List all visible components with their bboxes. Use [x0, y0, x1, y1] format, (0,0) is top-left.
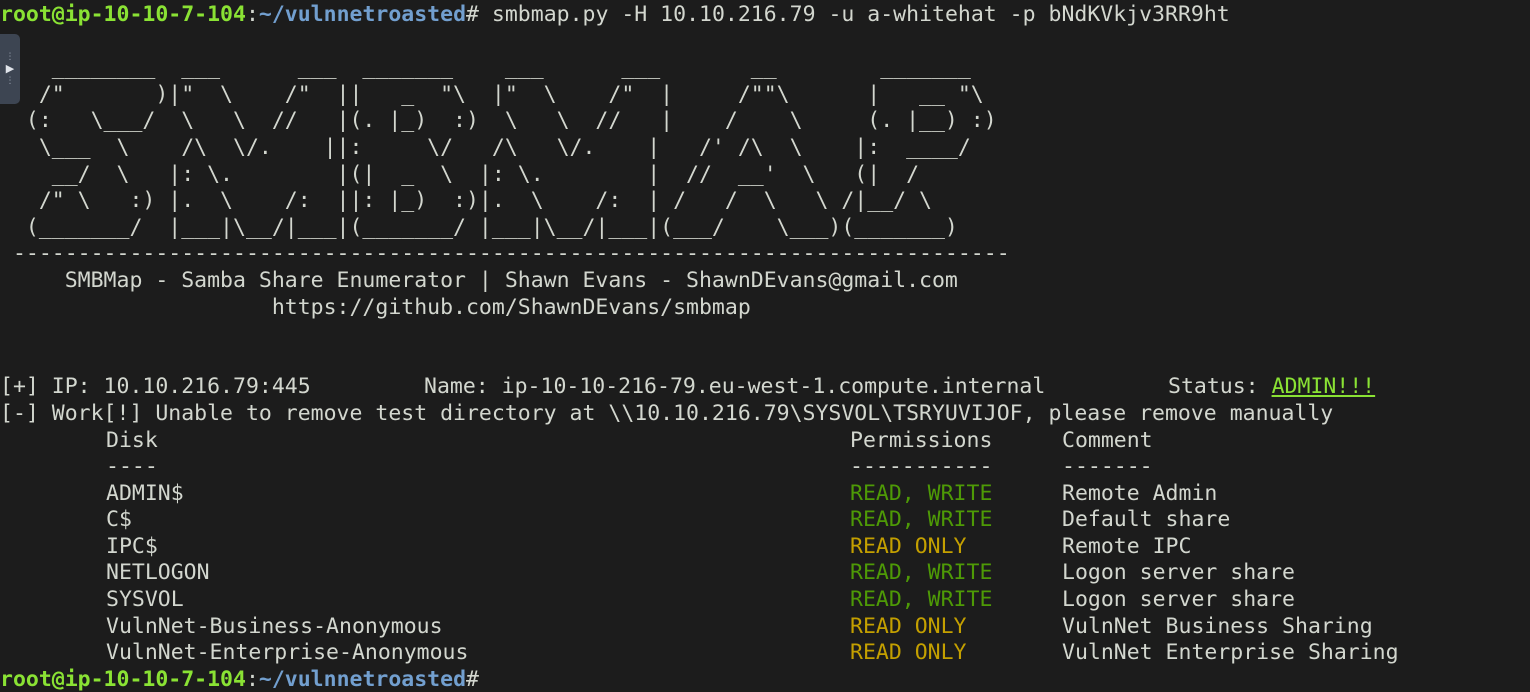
header-disk: Disk	[106, 427, 158, 453]
prompt-user-host: root@ip-10-10-7-104	[0, 2, 246, 27]
underline-disk: ----	[106, 454, 158, 480]
table-row: C$ READ, WRITE Default share	[0, 507, 1530, 534]
share-comment: VulnNet Enterprise Sharing	[1062, 640, 1399, 666]
underline-permissions: -----------	[850, 454, 993, 480]
share-permissions: READ ONLY	[850, 533, 967, 559]
table-row: VulnNet-Business-Anonymous READ ONLY VulnN…	[0, 614, 1530, 641]
side-panel-handle[interactable]: ⋮ ▶ ⋮	[0, 34, 20, 104]
share-disk-name: C$	[106, 507, 132, 533]
table-row: NETLOGON READ, WRITE Logon server share	[0, 560, 1530, 587]
ascii-art-line: ________ ___ ___ _______ ___ ___ __ ____…	[0, 55, 971, 81]
prompt-separator: :	[245, 666, 259, 692]
grip-dots-icon: ⋮	[5, 76, 15, 86]
share-permissions: READ, WRITE	[850, 480, 993, 506]
ascii-divider: ----------------------------------------…	[0, 241, 1010, 267]
share-permissions: READ, WRITE	[850, 587, 993, 613]
ascii-art-line: (_______/ |___|\__/|___|(_______/ |___|\…	[0, 214, 958, 240]
table-row: VulnNet-Enterprise-Anonymous READ ONLY Vul…	[0, 640, 1530, 667]
terminal-window[interactable]: root@ip-10-10-7-104:~/vulnnetroasted# sm…	[0, 0, 1530, 692]
share-permissions: READ ONLY	[850, 640, 967, 666]
ascii-art-line: __/ \ |: \. |(| _ \ |: \. | // __' \ (| …	[0, 161, 920, 187]
share-comment: Logon server share	[1062, 587, 1295, 613]
header-comment: Comment	[1062, 427, 1153, 453]
warning-line: [-] Work[!] Unable to remove test direct…	[0, 400, 1334, 426]
table-row: ADMIN$ READ, WRITE Remote Admin	[0, 481, 1530, 508]
share-comment: VulnNet Business Sharing	[1062, 613, 1373, 639]
share-table: Disk Permissions Comment ---- ----------- --…	[0, 428, 1530, 667]
share-disk-name: IPC$	[106, 533, 158, 559]
table-header-row: Disk Permissions Comment	[0, 428, 1530, 455]
prompt-symbol: #	[466, 666, 479, 692]
ascii-art-line: /" )|" \ /" || _ "\ |" \ /" | /""\ | __ …	[0, 81, 984, 107]
ascii-art-line: \___ \ /\ \/. ||: \/ /\ \/. | /' /\ \ |:…	[0, 134, 971, 160]
prompt-path: ~/vulnnetroasted	[258, 2, 467, 27]
final-prompt-line[interactable]: root@ip-10-10-7-104:~/vulnnetroasted#	[0, 667, 1530, 692]
grip-dots-icon: ⋮	[5, 52, 15, 62]
table-underline-row: ---- ----------- -------	[0, 454, 1530, 481]
share-permissions: READ ONLY	[850, 613, 967, 639]
ip-info: [+] IP: 10.10.216.79:445	[0, 374, 311, 400]
command-text: smbmap.py -H 10.10.216.79 -u a-whitehat …	[478, 2, 1230, 27]
share-comment: Default share	[1062, 507, 1231, 533]
prompt-user-host: root@ip-10-10-7-104	[0, 666, 246, 692]
ascii-banner: ________ ___ ___ _______ ___ ___ __ ____…	[0, 55, 1530, 321]
prompt-separator: :	[245, 2, 259, 27]
share-disk-name: VulnNet-Business-Anonymous	[106, 613, 443, 639]
share-disk-name: NETLOGON	[106, 560, 210, 586]
header-permissions: Permissions	[850, 427, 993, 453]
table-rows: ADMIN$ READ, WRITE Remote Admin C$ READ, WRI…	[0, 481, 1530, 667]
share-disk-name: VulnNet-Enterprise-Anonymous	[106, 640, 469, 666]
share-permissions: READ, WRITE	[850, 560, 993, 586]
ascii-art-line: /" \ :) |. \ /: ||: |_) :)|. \ /: | / / …	[0, 188, 932, 214]
underline-comment: -------	[1062, 454, 1153, 480]
prompt-symbol: #	[466, 2, 479, 27]
host-info-line: [+] IP: 10.10.216.79:445 Name: ip-10-10-2…	[0, 374, 1530, 401]
share-comment: Logon server share	[1062, 560, 1295, 586]
banner-tagline: SMBMap - Samba Share Enumerator | Shawn …	[0, 267, 958, 293]
share-disk-name: ADMIN$	[106, 480, 184, 506]
share-comment: Remote IPC	[1062, 533, 1192, 559]
host-name: Name: ip-10-10-216-79.eu-west-1.compute.…	[424, 374, 1046, 400]
banner-url: https://github.com/ShawnDEvans/smbmap	[0, 294, 751, 320]
status-value: ADMIN!!!	[1271, 374, 1376, 400]
share-permissions: READ, WRITE	[850, 507, 993, 533]
status-label: Status:	[1168, 374, 1272, 400]
play-arrow-icon: ▶	[5, 62, 15, 75]
prompt-path: ~/vulnnetroasted	[258, 666, 467, 692]
share-comment: Remote Admin	[1062, 480, 1218, 506]
share-disk-name: SYSVOL	[106, 587, 184, 613]
table-row: SYSVOL READ, WRITE Logon server share	[0, 587, 1530, 614]
command-line: root@ip-10-10-7-104:~/vulnnetroasted# sm…	[0, 2, 1530, 29]
table-row: IPC$ READ ONLY Remote IPC	[0, 534, 1530, 561]
ascii-art-line: (: \___/ \ \ // |(. |_) :) \ \ // | / \ …	[0, 108, 997, 134]
